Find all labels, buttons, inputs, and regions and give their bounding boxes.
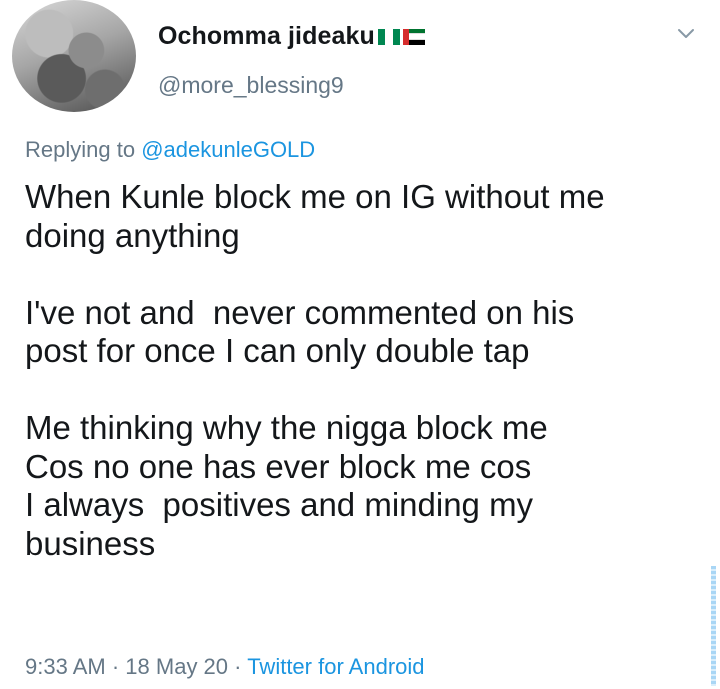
meta-separator: · xyxy=(111,654,120,679)
author-row: Ochomma jideaku xyxy=(158,22,425,51)
replying-to: Replying to @adekunleGOLD xyxy=(25,137,315,163)
replying-to-label: Replying to xyxy=(25,137,136,162)
avatar[interactable] xyxy=(12,0,136,112)
author-handle[interactable]: @more_blessing9 xyxy=(158,72,344,99)
tweet-time[interactable]: 9:33 AM xyxy=(25,654,106,679)
nigeria-flag-icon xyxy=(377,28,400,45)
chevron-down-icon[interactable] xyxy=(676,24,696,44)
scrollbar[interactable] xyxy=(711,566,716,686)
replying-to-mention[interactable]: @adekunleGOLD xyxy=(141,137,315,162)
tweet-date[interactable]: 18 May 20 xyxy=(125,654,228,679)
tweet-meta: 9:33 AM · 18 May 20 · Twitter for Androi… xyxy=(25,654,425,680)
tweet-source[interactable]: Twitter for Android xyxy=(247,654,424,679)
uae-flag-icon xyxy=(402,28,425,45)
meta-separator: · xyxy=(234,654,242,679)
display-name[interactable]: Ochomma jideaku xyxy=(158,22,375,51)
tweet-text: When Kunle block me on IG without me doi… xyxy=(25,178,605,562)
